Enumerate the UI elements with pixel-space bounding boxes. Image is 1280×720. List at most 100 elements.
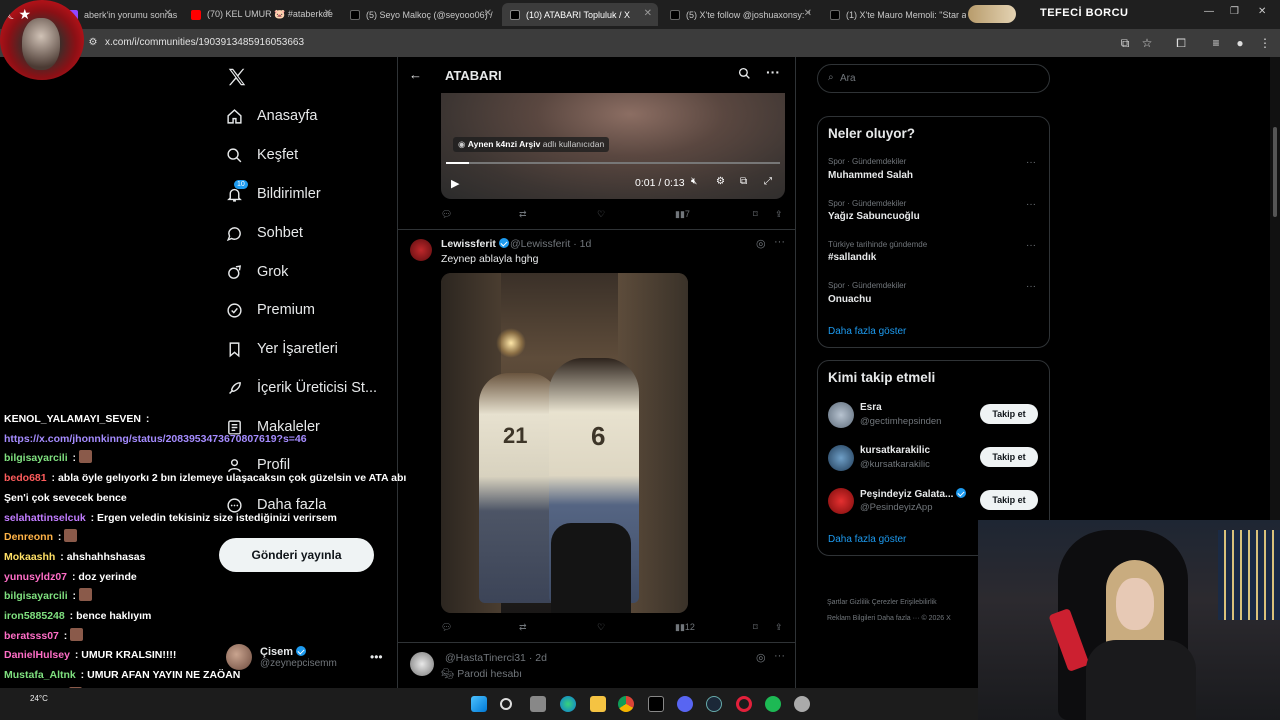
nav-item-grok[interactable]: Grok bbox=[226, 260, 288, 284]
bookmark-icon[interactable]: ⌑ bbox=[753, 209, 758, 220]
chat-username[interactable]: yunusyldz07 bbox=[4, 571, 67, 583]
chrome-icon[interactable] bbox=[618, 696, 634, 712]
app-icon[interactable] bbox=[794, 696, 810, 712]
reply-icon[interactable]: 💬︎ bbox=[441, 622, 452, 633]
browser-menu-icon[interactable]: ⋮ bbox=[1258, 36, 1272, 50]
install-app-icon[interactable]: ⧉ bbox=[1118, 36, 1132, 50]
footer-links[interactable]: Reklam Bilgileri Daha fazla ··· © 2026 X bbox=[827, 615, 951, 622]
footer-links[interactable]: Şartlar Gizlilik Çerezler Erişilebilirli… bbox=[827, 599, 937, 606]
browser-tab[interactable]: (70) KEL UMUR 🐷 #ataberkde ✕ bbox=[183, 3, 338, 26]
tab-close-icon[interactable]: ✕ bbox=[164, 8, 172, 19]
suggested-user-name[interactable]: Esra bbox=[860, 402, 882, 413]
trend-name[interactable]: #sallandık bbox=[828, 252, 876, 263]
nav-item-chat[interactable]: Sohbet bbox=[226, 221, 303, 245]
trend-name[interactable]: Onuachu bbox=[828, 294, 871, 305]
show-more-link[interactable]: Daha fazla göster bbox=[828, 326, 906, 337]
tweet-more-icon[interactable]: ··· bbox=[774, 236, 785, 248]
maximize-icon[interactable]: ❐ bbox=[1230, 6, 1239, 17]
avatar[interactable] bbox=[828, 402, 854, 428]
avatar[interactable] bbox=[828, 488, 854, 514]
browser-tab[interactable]: (5) X'te follow @joshuaxonsy: " ✕ bbox=[662, 3, 818, 26]
pip-icon[interactable]: ⧉ bbox=[740, 176, 747, 187]
opera-icon[interactable] bbox=[736, 696, 752, 712]
start-icon[interactable] bbox=[471, 696, 487, 712]
nav-item-home[interactable]: Anasayfa bbox=[226, 104, 317, 128]
weather-widget[interactable]: 24°C bbox=[30, 694, 48, 703]
settings-icon[interactable]: ⚙ bbox=[716, 176, 725, 187]
tweet-author-name[interactable]: Lewissferit bbox=[441, 238, 512, 250]
suggested-user-name[interactable]: Peşindeyiz Galata... bbox=[860, 488, 969, 500]
trend-name[interactable]: Muhammed Salah bbox=[828, 170, 913, 181]
edge-icon[interactable] bbox=[560, 696, 576, 712]
chat-username[interactable]: Denreonn bbox=[4, 531, 53, 543]
bookmark-star-icon[interactable]: ☆ bbox=[1140, 36, 1154, 50]
nav-item-premium[interactable]: Premium bbox=[226, 298, 315, 322]
nav-item-creator-studio[interactable]: İçerik Üreticisi St... bbox=[226, 376, 377, 400]
chat-username[interactable]: iron5885248 bbox=[4, 610, 65, 622]
chat-username[interactable]: Mokaashh bbox=[4, 551, 55, 563]
video-player[interactable]: ◉ Aynen k4nzi Arşiv adlı kullanıcıdan ▶ … bbox=[441, 93, 785, 199]
url-field[interactable]: x.com/i/communities/1903913485916053663 bbox=[105, 37, 304, 48]
like-icon[interactable]: ♡ bbox=[597, 622, 605, 633]
tab-search-icon[interactable]: ≡ bbox=[1209, 36, 1223, 50]
profile-avatar-icon[interactable]: ● bbox=[1233, 36, 1247, 50]
back-arrow-icon[interactable]: ← bbox=[409, 67, 422, 82]
chat-username[interactable]: selahattinselcuk bbox=[4, 512, 86, 524]
fullscreen-icon[interactable]: ⤢ bbox=[764, 176, 772, 187]
bookmark-icon[interactable]: ⌑ bbox=[753, 622, 758, 633]
steam-icon[interactable] bbox=[706, 696, 722, 712]
follow-button[interactable]: Takip et bbox=[980, 404, 1038, 424]
extensions-icon[interactable]: ⧠ bbox=[1174, 36, 1188, 50]
chat-username[interactable]: KENOL_YALAMAYI_SEVEN bbox=[4, 413, 141, 425]
trend-more-icon[interactable]: ··· bbox=[1026, 281, 1036, 292]
nav-item-explore[interactable]: Keşfet bbox=[226, 143, 298, 167]
follow-button[interactable]: Takip et bbox=[980, 447, 1038, 467]
x-logo-icon[interactable] bbox=[226, 66, 248, 88]
chat-username[interactable]: Mustafa_Altnk bbox=[4, 669, 76, 681]
more-options-icon[interactable]: ··· bbox=[766, 64, 780, 80]
search-icon[interactable] bbox=[500, 698, 512, 710]
follow-button[interactable]: Takip et bbox=[980, 490, 1038, 510]
share-icon[interactable]: ⇪ bbox=[775, 622, 783, 633]
discord-icon[interactable] bbox=[677, 696, 693, 712]
browser-tab-active[interactable]: (10) ATABARI Topluluk / X ✕ bbox=[502, 3, 658, 26]
browser-tab[interactable]: (1) X'te Mauro Memoli: "Star af bbox=[822, 3, 966, 26]
nav-item-notifications[interactable]: 10 Bildirimler bbox=[226, 179, 321, 206]
tweet-author-handle[interactable]: @HastaTinerci31 · 2d bbox=[445, 652, 547, 664]
chat-username[interactable]: bilgisayarcili bbox=[4, 452, 68, 464]
views-icon[interactable]: ▮▮ 7 bbox=[675, 209, 690, 220]
minimize-icon[interactable]: — bbox=[1204, 6, 1214, 17]
chat-username[interactable]: beratsss07 bbox=[4, 630, 59, 642]
show-more-link[interactable]: Daha fazla göster bbox=[828, 534, 906, 545]
tab-close-icon[interactable]: ✕ bbox=[484, 8, 492, 19]
browser-tab[interactable]: (5) Seyo Malkoç (@seyooo06) / ✕ bbox=[342, 3, 498, 26]
tweet-photo[interactable]: 21 6 bbox=[441, 273, 688, 613]
avatar[interactable] bbox=[410, 652, 434, 676]
mute-icon[interactable]: 🔇︎ bbox=[691, 176, 697, 187]
grok-explain-icon[interactable]: ◎ bbox=[756, 237, 766, 250]
tweet-author-handle[interactable]: @Lewissferit · 1d bbox=[510, 238, 591, 250]
trend-more-icon[interactable]: ··· bbox=[1026, 157, 1036, 168]
scrollbar-thumb[interactable] bbox=[1273, 127, 1277, 217]
window-close-icon[interactable]: ✕ bbox=[1258, 6, 1266, 17]
share-icon[interactable]: ⇪ bbox=[775, 209, 783, 220]
spotify-icon[interactable] bbox=[765, 696, 781, 712]
trend-more-icon[interactable]: ··· bbox=[1026, 199, 1036, 210]
reply-icon[interactable]: 💬︎ bbox=[441, 209, 452, 220]
retweet-icon[interactable]: ⇄ bbox=[519, 209, 527, 220]
tab-close-icon[interactable]: ✕ bbox=[644, 8, 652, 19]
video-progress-bar[interactable] bbox=[446, 162, 780, 164]
trend-more-icon[interactable]: ··· bbox=[1026, 240, 1036, 251]
trend-name[interactable]: Yağız Sabuncuoğlu bbox=[828, 211, 920, 222]
search-icon[interactable] bbox=[738, 67, 751, 80]
nav-item-bookmarks[interactable]: Yer İşaretleri bbox=[226, 337, 338, 361]
tab-close-icon[interactable]: ✕ bbox=[804, 8, 812, 19]
file-explorer-icon[interactable] bbox=[590, 696, 606, 712]
like-icon[interactable]: ♡ bbox=[597, 209, 605, 220]
tab-close-icon[interactable]: ✕ bbox=[324, 8, 332, 19]
avatar[interactable] bbox=[410, 239, 432, 261]
chat-username[interactable]: DanielHulsey bbox=[4, 649, 70, 661]
site-info-icon[interactable]: ⚙ bbox=[86, 36, 100, 50]
task-view-icon[interactable] bbox=[530, 696, 546, 712]
chat-username[interactable]: bilgisayarcili bbox=[4, 590, 68, 602]
